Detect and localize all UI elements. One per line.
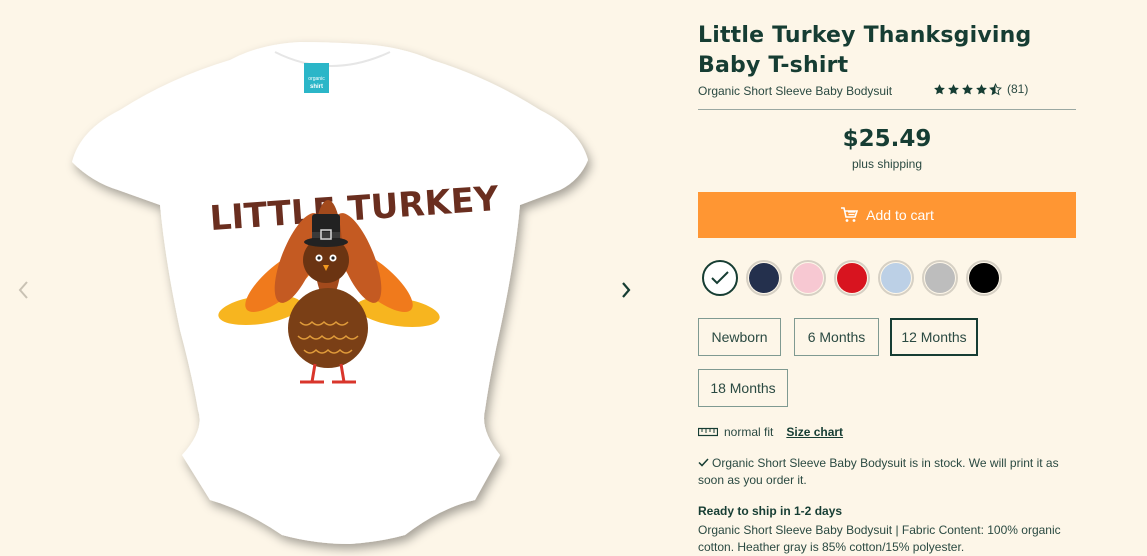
stock-info: Organic Short Sleeve Baby Bodysuit is in… <box>698 455 1076 489</box>
gallery-prev-button[interactable] <box>8 270 38 310</box>
gallery-next-button[interactable] <box>611 270 641 310</box>
product-image: organic shirt LITTLE TURKEY <box>72 42 588 544</box>
color-dot <box>969 263 999 293</box>
color-swatch-pink[interactable] <box>790 260 826 296</box>
fit-row: normal fit Size chart <box>698 425 843 439</box>
stock-text: Organic Short Sleeve Baby Bodysuit is in… <box>698 456 1059 487</box>
price: $25.49 <box>842 126 932 152</box>
cart-icon <box>841 207 859 222</box>
star-full-icon <box>934 83 945 94</box>
star-full-icon <box>976 83 987 94</box>
chevron-right-icon <box>622 282 631 298</box>
size-option-6-months[interactable]: 6 Months <box>794 318 879 356</box>
fit-label: normal fit <box>724 425 774 439</box>
product-gallery: organic shirt LITTLE TURKEY <box>0 0 660 556</box>
color-dot <box>881 263 911 293</box>
color-dot <box>925 263 955 293</box>
color-swatch-navy[interactable] <box>746 260 782 296</box>
add-to-cart-button[interactable]: Add to cart <box>698 192 1076 238</box>
ruler-icon <box>698 427 718 437</box>
star-full-icon <box>948 83 959 94</box>
color-dot <box>837 263 867 293</box>
color-swatch-gray[interactable] <box>922 260 958 296</box>
shipping-note: plus shipping <box>851 157 923 171</box>
color-swatch-white[interactable] <box>702 260 738 296</box>
product-description: Organic Short Sleeve Baby Bodysuit | Fab… <box>698 523 1061 554</box>
star-full-icon <box>962 83 973 94</box>
size-option-12-months[interactable]: 12 Months <box>890 318 978 356</box>
size-chart-link[interactable]: Size chart <box>786 425 843 439</box>
svg-text:shirt: shirt <box>310 84 323 90</box>
color-dot <box>793 263 823 293</box>
rating[interactable]: (81) <box>933 82 1028 96</box>
rating-count: (81) <box>1007 82 1029 96</box>
product-subtitle: Organic Short Sleeve Baby Bodysuit <box>698 84 893 98</box>
size-option-newborn[interactable]: Newborn <box>698 318 781 356</box>
checkmark-icon <box>711 271 729 285</box>
color-swatches <box>702 260 1002 296</box>
product-title: Little Turkey Thanksgiving Baby T-shirt <box>698 23 1032 78</box>
checkmark-icon <box>698 458 709 467</box>
svg-text:organic: organic <box>308 76 325 82</box>
ready-to-ship-heading: Ready to ship in 1-2 days <box>698 504 843 518</box>
color-swatch-black[interactable] <box>966 260 1002 296</box>
star-half-icon <box>989 82 1002 95</box>
color-dot <box>749 263 779 293</box>
color-swatch-light-blue[interactable] <box>878 260 914 296</box>
add-to-cart-label: Add to cart <box>866 207 934 223</box>
color-swatch-red[interactable] <box>834 260 870 296</box>
size-option-18-months[interactable]: 18 Months <box>698 369 788 407</box>
divider <box>698 109 1076 110</box>
chevron-left-icon <box>18 281 28 299</box>
